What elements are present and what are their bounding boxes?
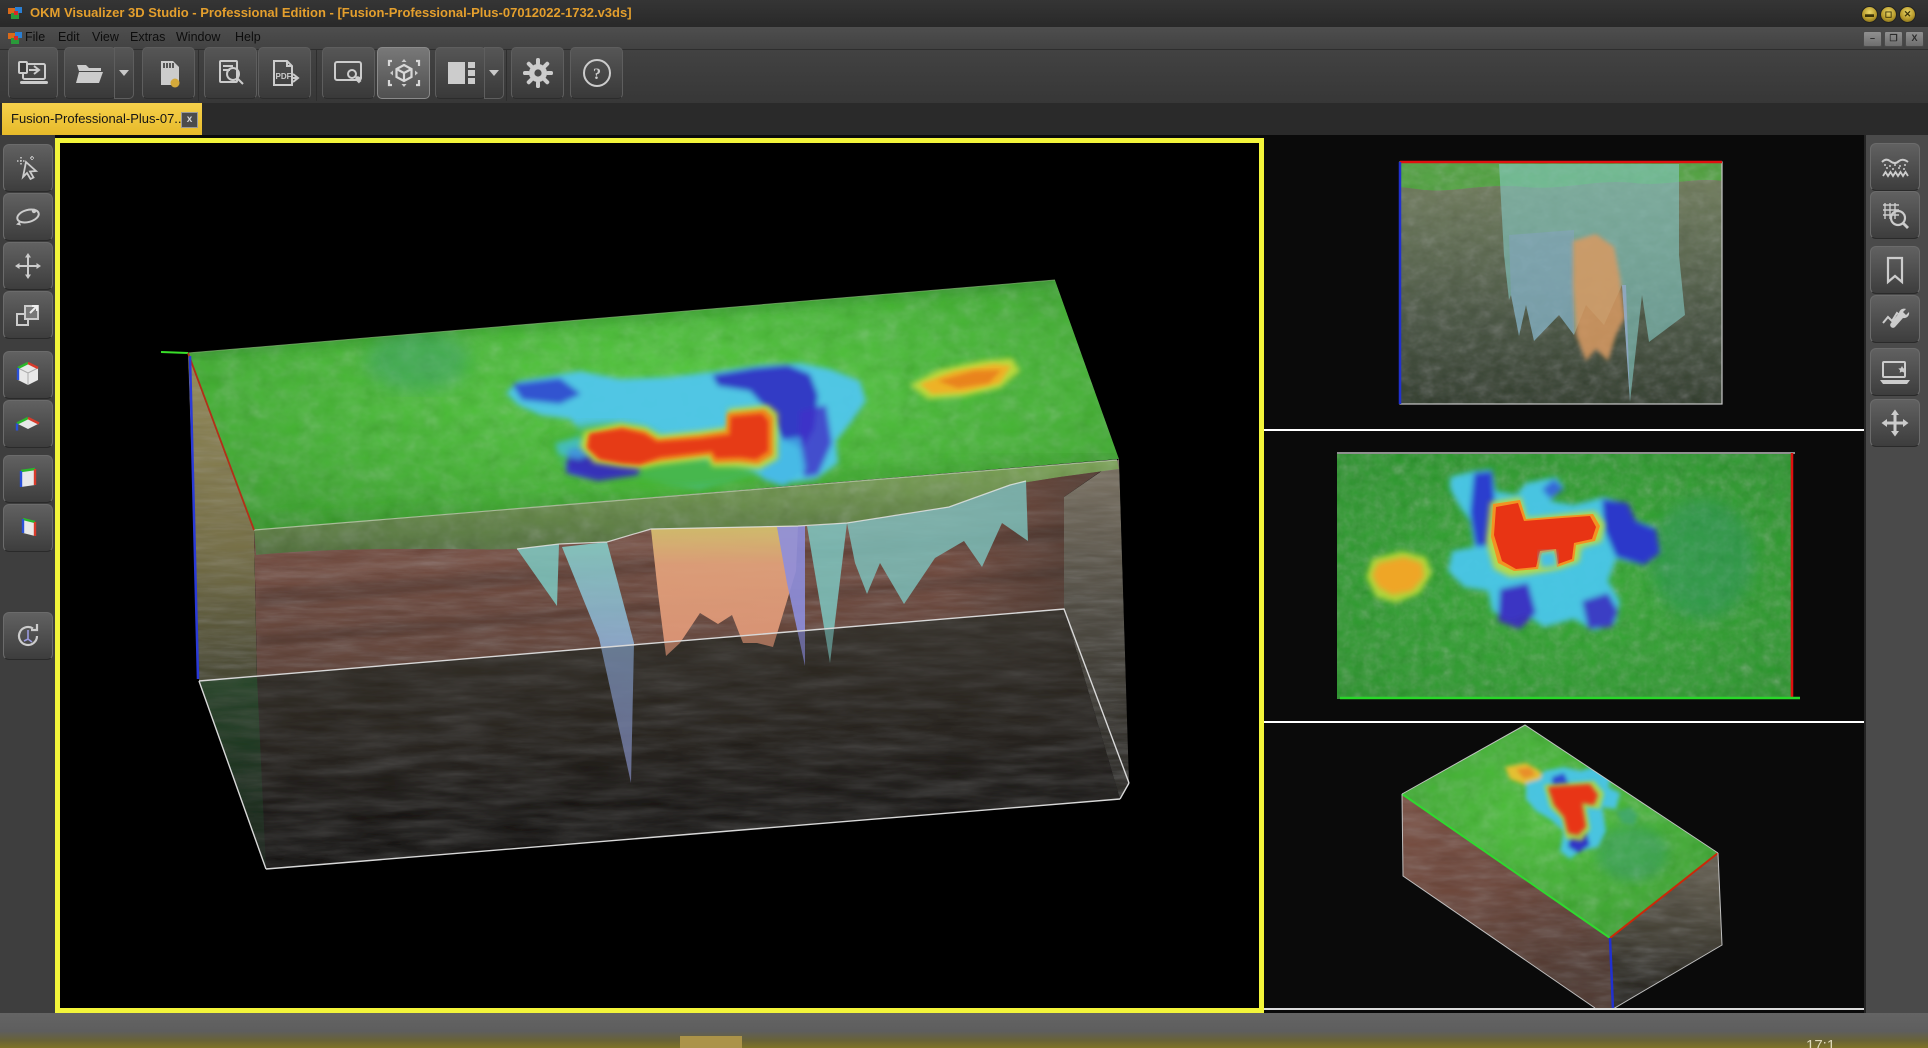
svg-text:PDF: PDF — [275, 72, 291, 81]
svg-text:?: ? — [593, 66, 601, 83]
